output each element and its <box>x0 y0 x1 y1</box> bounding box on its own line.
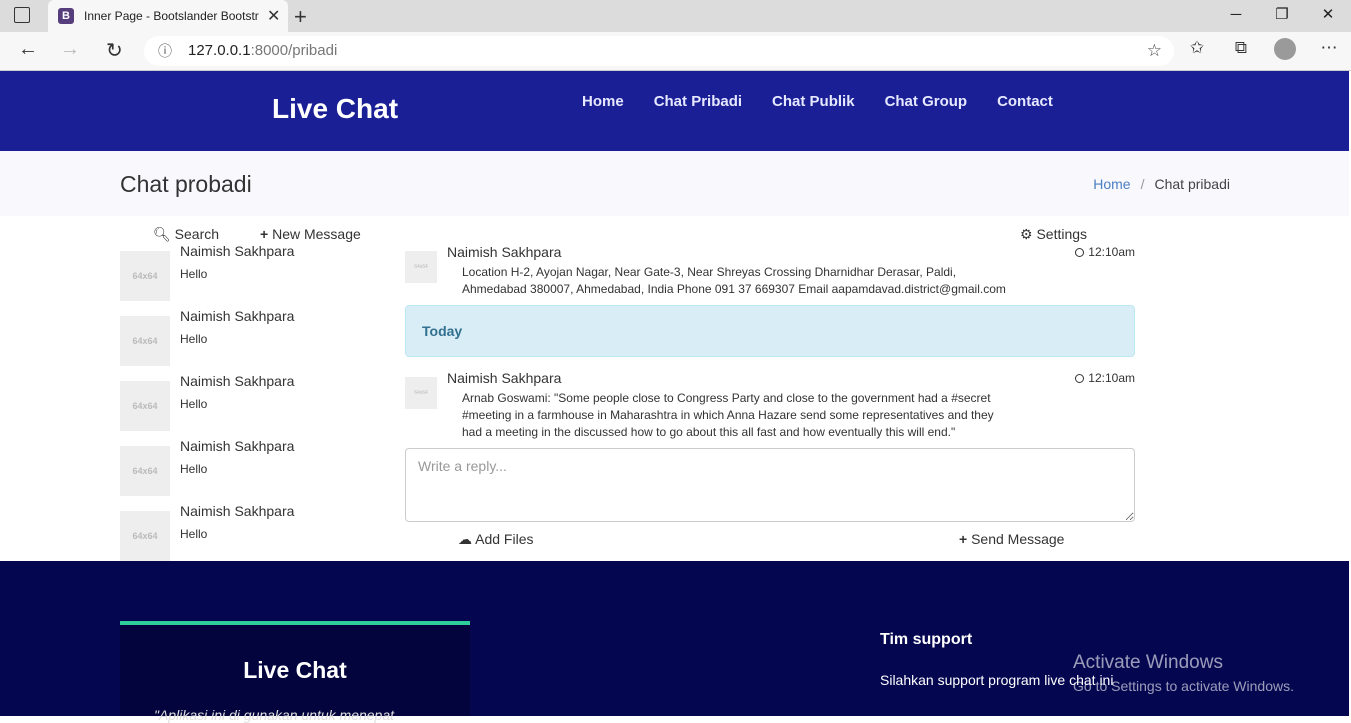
bootstrap-favicon-icon: B <box>58 8 74 24</box>
search-label: Search <box>174 226 220 242</box>
send-message-label: Send Message <box>971 531 1065 547</box>
footer-logo: Live Chat <box>243 657 347 683</box>
add-files-label: Add Files <box>475 531 534 547</box>
message-text: Arnab Goswami: "Some people close to Con… <box>462 391 994 439</box>
footer-about-card: Live Chat "Aplikasi ini di gunakan untuk… <box>120 621 470 723</box>
contact-name: Naimish Sakhpara <box>180 438 295 454</box>
clock-icon <box>1075 248 1085 257</box>
footer-support-title: Tim support <box>880 631 973 648</box>
site-header: Live Chat Home Chat Pribadi Chat Publik … <box>0 71 1349 151</box>
message-time: 12:10am <box>1075 371 1135 385</box>
reload-icon[interactable]: ↻ <box>106 38 123 63</box>
search-icon: 🔍︎ <box>153 226 171 242</box>
tab-title: Inner Page - Bootslander Bootstrap Templ… <box>84 9 259 23</box>
address-toolbar: ← → ↻ ⓘ 127.0.0.1:8000/pribadi ☆ ✩ ⧉ ⋯ <box>0 32 1351 71</box>
cloud-upload-icon: ☁ <box>458 531 472 547</box>
url-path: :8000/pribadi <box>250 42 338 59</box>
browser-tab[interactable]: B Inner Page - Bootslander Bootstrap Tem… <box>48 0 288 32</box>
window-close-icon[interactable]: ✕ <box>1305 0 1351 32</box>
restore-icon[interactable]: ❐ <box>1259 0 1305 32</box>
nav-home[interactable]: Home <box>582 93 624 110</box>
clock-icon <box>1075 374 1085 383</box>
minimize-icon[interactable]: ─ <box>1213 0 1259 32</box>
watermark-title: Activate Windows <box>1073 652 1223 673</box>
url-host: 127.0.0.1 <box>188 42 251 59</box>
site-info-icon[interactable]: ⓘ <box>158 36 172 66</box>
contact-name: Naimish Sakhpara <box>180 308 295 324</box>
date-divider-label: Today <box>422 323 463 339</box>
message-avatar: 64x64 <box>405 251 437 283</box>
new-message-button[interactable]: + New Message <box>260 226 361 242</box>
message-avatar: 64x64 <box>405 377 437 409</box>
page-title: Chat probadi <box>120 171 252 197</box>
more-icon[interactable]: ⋯ <box>1307 38 1351 65</box>
breadcrumb: Home / Chat pribadi <box>1093 176 1230 192</box>
message-text: Location H-2, Ayojan Nagar, Near Gate-3,… <box>462 265 1006 296</box>
contact-name: Naimish Sakhpara <box>180 243 295 259</box>
plus-icon: + <box>959 531 968 547</box>
collections-icon[interactable]: ⧉ <box>1219 38 1263 65</box>
contact-item[interactable]: 64x64 Naimish Sakhpara Hello <box>120 503 380 563</box>
tab-actions-icon[interactable] <box>14 7 30 23</box>
reply-input[interactable] <box>405 448 1135 522</box>
add-favorite-icon[interactable]: ☆ <box>1147 36 1162 66</box>
site-logo[interactable]: Live Chat <box>272 93 398 125</box>
contact-last-message: Hello <box>180 462 208 476</box>
contact-last-message: Hello <box>180 332 208 346</box>
contact-last-message: Hello <box>180 267 208 281</box>
nav-contact[interactable]: Contact <box>997 93 1053 110</box>
contact-avatar: 64x64 <box>120 251 170 301</box>
plus-icon: + <box>260 226 269 242</box>
message-time: 12:10am <box>1075 245 1135 259</box>
contact-avatar: 64x64 <box>120 381 170 431</box>
message-author: Naimish Sakhpara <box>447 370 562 386</box>
contact-item[interactable]: 64x64 Naimish Sakhpara Hello <box>120 308 380 368</box>
breadcrumb-separator: / <box>1140 176 1145 192</box>
tab-close-icon[interactable]: ✕ <box>267 6 280 26</box>
forward-icon[interactable]: → <box>60 38 80 61</box>
contact-last-message: Hello <box>180 527 208 541</box>
main-nav: Home Chat Pribadi Chat Publik Chat Group… <box>567 93 1068 110</box>
browser-tab-strip: B Inner Page - Bootslander Bootstrap Tem… <box>0 0 1351 32</box>
settings-label: Settings <box>1036 226 1088 242</box>
watermark-subtitle: Go to Settings to activate Windows. <box>1073 678 1294 694</box>
breadcrumb-home[interactable]: Home <box>1093 176 1130 192</box>
nav-chat-pribadi[interactable]: Chat Pribadi <box>654 93 742 110</box>
contact-avatar: 64x64 <box>120 316 170 366</box>
contact-avatar: 64x64 <box>120 446 170 496</box>
contact-item[interactable]: 64x64 Naimish Sakhpara Hello <box>120 373 380 433</box>
new-message-label: New Message <box>272 226 361 242</box>
date-divider: Today <box>405 305 1135 357</box>
nav-chat-group[interactable]: Chat Group <box>885 93 968 110</box>
search-button[interactable]: 🔍︎ Search <box>153 226 219 243</box>
message-author: Naimish Sakhpara <box>447 244 562 260</box>
breadcrumb-current: Chat pribadi <box>1154 176 1231 192</box>
contact-name: Naimish Sakhpara <box>180 503 295 519</box>
windows-activation-watermark: Activate Windows Go to Settings to activ… <box>1073 652 1294 694</box>
back-icon[interactable]: ← <box>18 38 38 61</box>
settings-button[interactable]: ⚙ Settings <box>1020 226 1087 243</box>
footer-quote: "Aplikasi ini di gunakan untuk menepat <box>154 707 395 723</box>
address-bar[interactable]: ⓘ 127.0.0.1:8000/pribadi ☆ <box>144 36 1174 66</box>
breadcrumb-section: Chat probadi Home / Chat pribadi <box>0 151 1349 216</box>
contact-last-message: Hello <box>180 397 208 411</box>
nav-chat-publik[interactable]: Chat Publik <box>772 93 855 110</box>
contact-item[interactable]: 64x64 Naimish Sakhpara Hello <box>120 438 380 498</box>
contact-avatar: 64x64 <box>120 511 170 561</box>
contact-item[interactable]: 64x64 Naimish Sakhpara Hello <box>120 243 380 303</box>
send-message-button[interactable]: + Send Message <box>959 531 1064 547</box>
window-controls: ─ ❐ ✕ <box>1213 0 1351 32</box>
add-files-button[interactable]: ☁ Add Files <box>458 531 533 548</box>
profile-icon[interactable] <box>1263 38 1307 65</box>
gears-icon: ⚙ <box>1020 226 1033 242</box>
new-tab-icon[interactable]: + <box>294 4 307 30</box>
contact-name: Naimish Sakhpara <box>180 373 295 389</box>
favorites-icon[interactable]: ✩ <box>1175 38 1219 65</box>
browser-tools: ✩ ⧉ ⋯ <box>1175 38 1351 65</box>
